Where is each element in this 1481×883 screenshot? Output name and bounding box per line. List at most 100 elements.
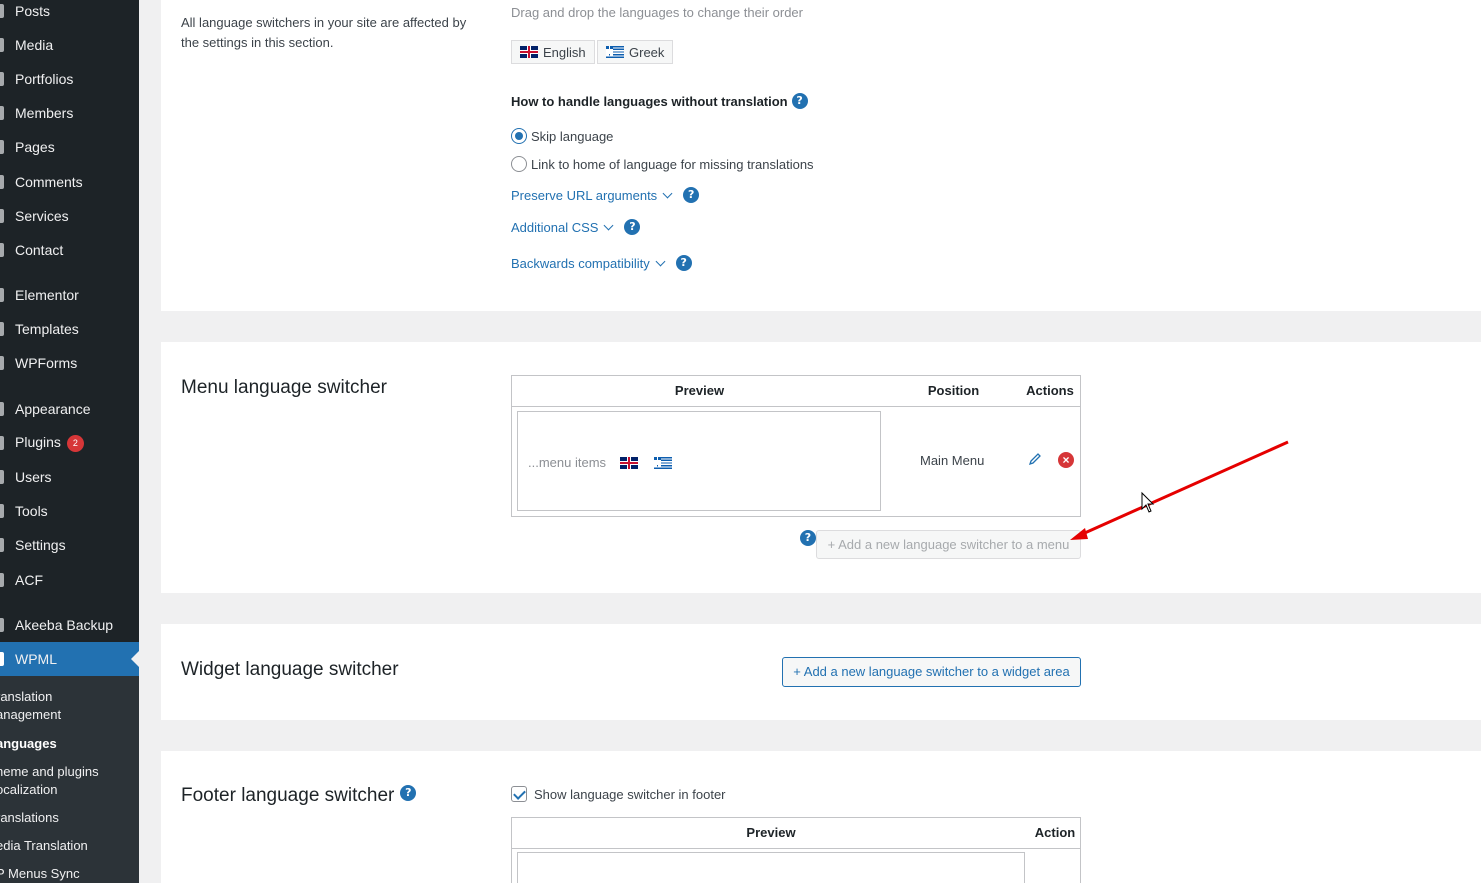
drag-hint: Drag and drop the languages to change th… — [511, 5, 803, 20]
sidebar-item-members[interactable]: Members — [0, 96, 139, 130]
greek-flag-icon — [654, 457, 672, 469]
help-icon[interactable]: ? — [800, 530, 816, 546]
menu-preview-box: ...menu items — [517, 411, 881, 511]
backup-icon — [0, 618, 4, 632]
delete-icon[interactable]: × — [1058, 452, 1074, 468]
toggle-label: Additional CSS — [511, 219, 599, 235]
submenu-item-translations[interactable]: ranslations — [0, 809, 136, 827]
preserve-url-arguments-toggle[interactable]: Preserve URL arguments ? — [511, 187, 700, 203]
portfolio-icon — [0, 72, 4, 86]
sidebar-item-elementor[interactable]: Elementor — [0, 278, 139, 312]
sidebar-item-label: Tools — [15, 503, 48, 519]
uk-flag-icon — [620, 457, 638, 469]
sidebar-item-label: Comments — [15, 174, 83, 190]
sidebar-item-templates[interactable]: Templates — [0, 312, 139, 346]
acf-icon — [0, 573, 4, 587]
sidebar-item-akeeba-backup[interactable]: Akeeba Backup — [0, 608, 139, 642]
help-icon[interactable]: ? — [400, 785, 417, 801]
language-switcher-options-panel: All language switchers in your site are … — [161, 0, 1481, 311]
sidebar-item-label: ACF — [15, 572, 43, 588]
option-link-home[interactable]: Link to home of language for missing tra… — [511, 156, 814, 172]
elementor-icon — [0, 288, 4, 302]
radio-skip-language[interactable] — [511, 128, 527, 144]
sidebar-item-portfolios[interactable]: Portfolios — [0, 62, 139, 96]
current-menu-arrow — [131, 651, 139, 667]
sidebar-item-acf[interactable]: ACF — [0, 563, 139, 597]
checkbox-label: Show language switcher in footer — [534, 786, 726, 802]
show-footer-switcher-checkbox[interactable] — [511, 786, 527, 802]
menu-switcher-title: Menu language switcher — [181, 377, 387, 398]
option-skip-language[interactable]: Skip language — [511, 128, 613, 144]
sidebar-item-comments[interactable]: Comments — [0, 165, 139, 199]
media-icon — [0, 38, 4, 52]
sidebar-item-settings[interactable]: Settings — [0, 528, 139, 562]
users-icon — [0, 470, 4, 484]
submenu-item-languages[interactable]: anguages — [0, 735, 136, 753]
contact-icon — [0, 243, 4, 257]
sidebar-item-label: Templates — [15, 321, 79, 337]
help-icon[interactable]: ? — [675, 255, 692, 271]
help-icon[interactable]: ? — [683, 187, 700, 203]
plugins-label: Plugins — [15, 433, 61, 450]
submenu-item-theme-plugins-localization[interactable]: heme and plugins ocalization — [0, 763, 136, 799]
sidebar-item-services[interactable]: Services — [0, 199, 139, 233]
update-count-badge: 2 — [66, 434, 84, 452]
preview-menu-items: ...menu items — [528, 455, 607, 470]
add-menu-switcher-button[interactable]: + Add a new language switcher to a menu — [816, 530, 1081, 559]
uk-flag-icon — [520, 46, 538, 58]
show-footer-switcher-option[interactable]: Show language switcher in footer — [511, 786, 726, 802]
comments-icon — [0, 175, 4, 189]
sidebar-item-label: Members — [15, 105, 74, 121]
templates-icon — [0, 322, 4, 336]
section-description: All language switchers in your site are … — [181, 15, 467, 50]
sidebar-item-posts[interactable]: Posts — [0, 0, 139, 28]
footer-switcher-table: Preview Action — [511, 817, 1081, 883]
sidebar-item-media[interactable]: Media — [0, 28, 139, 62]
admin-sidebar: Posts Media Portfolios Members Pages Com… — [0, 0, 139, 883]
sidebar-item-wpml[interactable]: WPML — [0, 642, 139, 676]
posts-icon — [0, 4, 4, 18]
sidebar-item-label: Contact — [15, 242, 64, 258]
column-header-action: Action — [1034, 825, 1076, 840]
sidebar-item-label: Posts — [15, 3, 51, 19]
sidebar-item-label: Services — [15, 208, 69, 224]
sidebar-item-pages[interactable]: Pages — [0, 130, 139, 164]
sidebar-item-label: Settings — [15, 537, 66, 553]
submenu-item-wp-menus-sync[interactable]: P Menus Sync — [0, 865, 136, 883]
footer-preview-box — [517, 852, 1025, 883]
sidebar-item-users[interactable]: Users — [0, 460, 139, 494]
radio-link-home[interactable] — [511, 156, 527, 172]
language-chip-english[interactable]: English — [511, 40, 595, 64]
sidebar-item-appearance[interactable]: Appearance — [0, 392, 139, 426]
sidebar-item-tools[interactable]: Tools — [0, 494, 139, 528]
additional-css-toggle[interactable]: Additional CSS ? — [511, 219, 641, 235]
language-chip-greek[interactable]: Greek — [597, 40, 674, 64]
sidebar-item-label: WPForms — [15, 355, 78, 371]
footer-switcher-title: Footer language switcher — [181, 785, 395, 806]
menu-switcher-panel: Menu language switcher Preview Position … — [161, 342, 1481, 593]
language-chip-label: English — [543, 44, 586, 60]
services-icon — [0, 209, 4, 223]
sidebar-item-label: WPML — [15, 651, 57, 667]
chevron-down-icon — [662, 188, 673, 198]
column-header-position: Position — [927, 383, 980, 398]
backwards-compatibility-toggle[interactable]: Backwards compatibility ? — [511, 255, 692, 271]
toggle-label: Preserve URL arguments — [511, 187, 658, 203]
sidebar-item-wpforms[interactable]: WPForms — [0, 346, 139, 380]
submenu-item-translation-management[interactable]: ranslation anagement — [0, 688, 136, 724]
appearance-icon — [0, 402, 4, 416]
sidebar-item-plugins[interactable]: Plugins 2 — [0, 426, 139, 460]
help-icon[interactable]: ? — [791, 93, 808, 109]
sidebar-item-label: Media — [15, 37, 54, 53]
add-widget-switcher-button[interactable]: + Add a new language switcher to a widge… — [782, 657, 1081, 687]
column-header-actions: Actions — [1026, 383, 1074, 398]
submenu-item-media-translation[interactable]: edia Translation — [0, 837, 136, 855]
greek-flag-icon — [606, 46, 624, 58]
missing-translation-label: How to handle languages without translat… — [511, 93, 788, 109]
wpforms-icon — [0, 356, 4, 370]
edit-pencil-icon[interactable] — [1028, 452, 1042, 466]
help-icon[interactable]: ? — [624, 219, 641, 235]
missing-translation-heading: How to handle languages without translat… — [511, 93, 808, 109]
sidebar-item-contact[interactable]: Contact — [0, 233, 139, 267]
radio-label: Link to home of language for missing tra… — [531, 156, 814, 172]
